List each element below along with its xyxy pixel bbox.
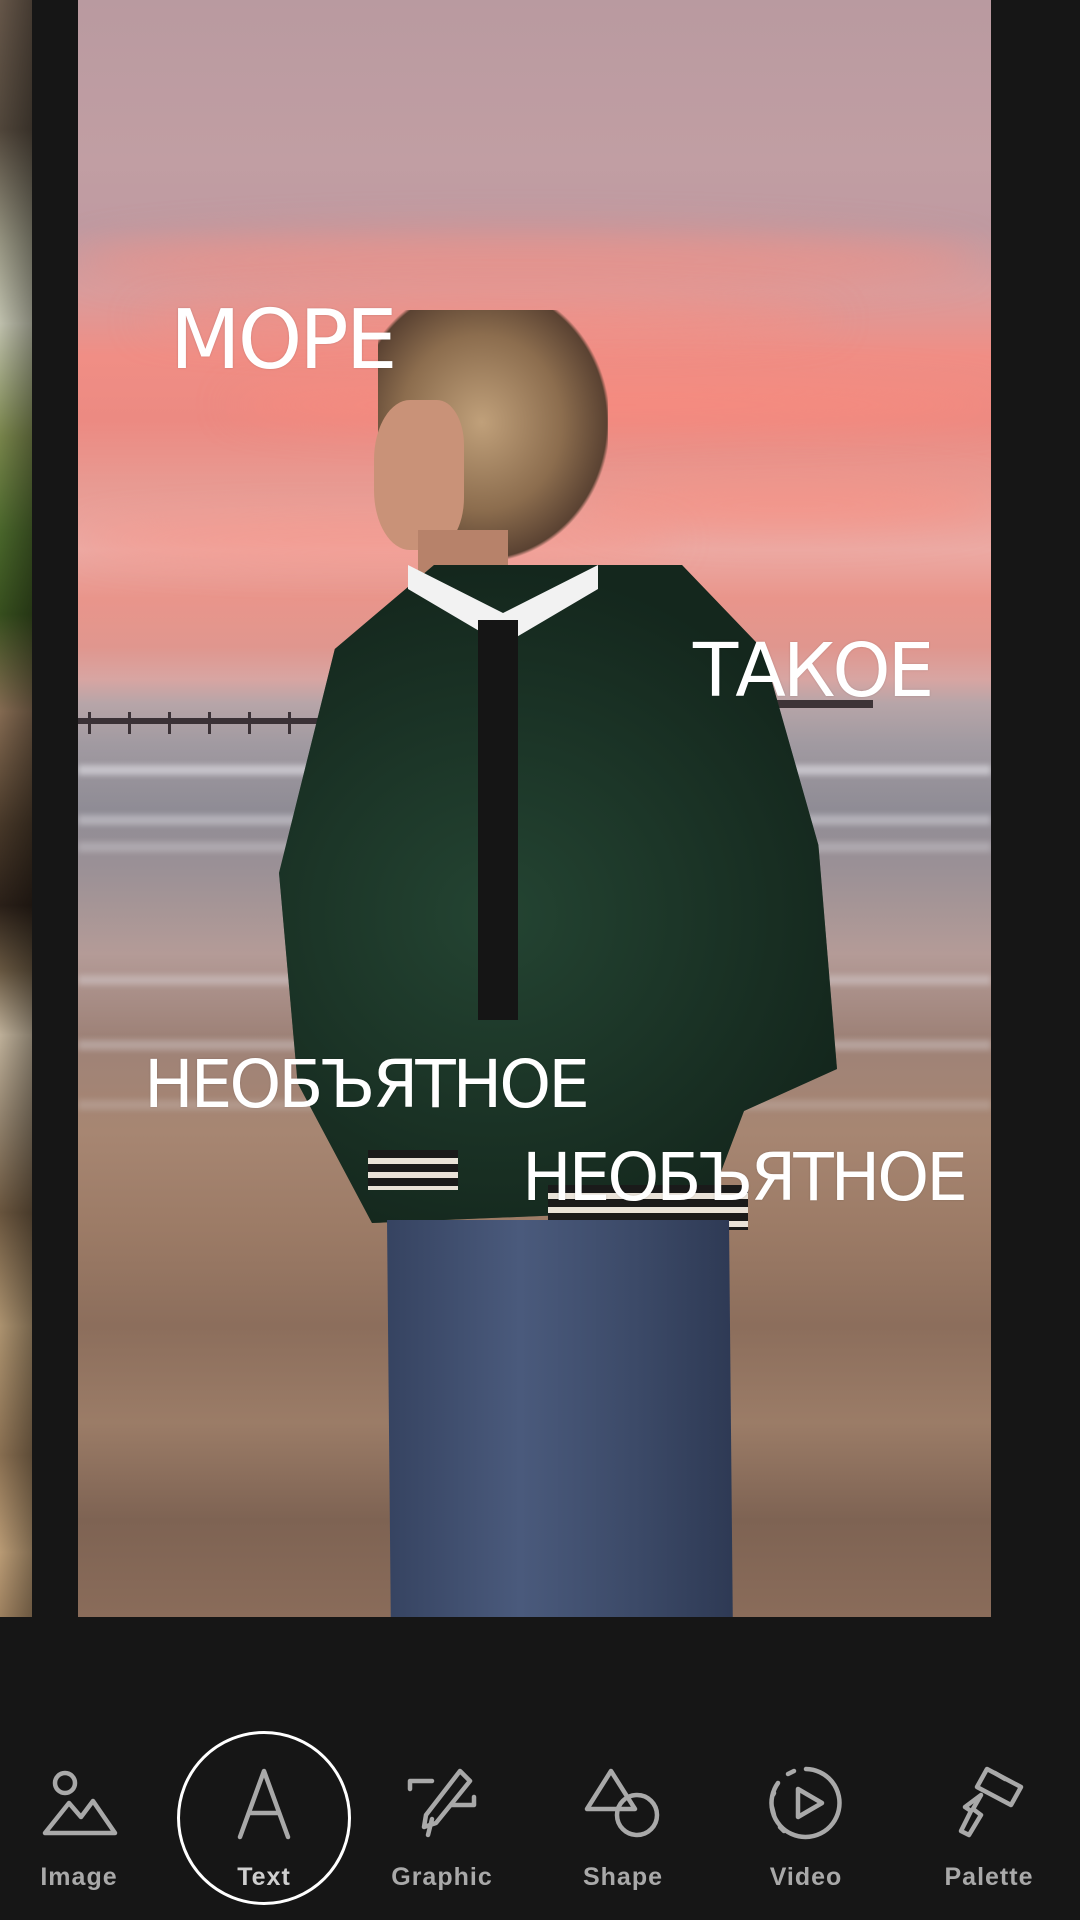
tool-graphic-label: Graphic <box>391 1863 493 1891</box>
palette-icon <box>947 1761 1031 1845</box>
tool-video-label: Video <box>769 1863 843 1891</box>
text-icon <box>222 1761 306 1845</box>
previous-page-preview[interactable] <box>0 0 32 1617</box>
story-text-takoe[interactable]: ТАКОЕ <box>693 634 934 708</box>
story-canvas[interactable]: МОРЕ ТАКОЕ НЕОБЪЯТНОЕ НЕОБЪЯТНОЕ <box>78 0 991 1617</box>
image-icon <box>37 1761 121 1845</box>
tool-text-button[interactable]: Text <box>179 1717 349 1907</box>
face <box>374 400 464 550</box>
story-text-neobyatnoe-2[interactable]: НЕОБЪЯТНОЕ <box>522 1145 968 1211</box>
story-text-neobyatnoe-1[interactable]: НЕОБЪЯТНОЕ <box>144 1052 590 1118</box>
tool-graphic-button[interactable]: Graphic <box>357 1717 527 1907</box>
tool-text-label: Text <box>237 1863 291 1891</box>
tool-shape-button[interactable]: Shape <box>538 1717 708 1907</box>
shirt <box>478 620 518 1020</box>
tool-image-label: Image <box>40 1863 118 1891</box>
story-editor: МОРЕ ТАКОЕ НЕОБЪЯТНОЕ НЕОБЪЯТНОЕ Image T… <box>0 0 1080 1920</box>
tool-palette-button[interactable]: Palette <box>904 1717 1074 1907</box>
jeans <box>387 1220 733 1617</box>
jacket-cuff <box>368 1150 458 1190</box>
tool-palette-label: Palette <box>944 1863 1034 1891</box>
bottom-toolbar: Image Text Graphic Shape Video Palette <box>0 1617 1080 1920</box>
shape-icon <box>581 1761 665 1845</box>
graphic-icon <box>400 1761 484 1845</box>
tool-video-button[interactable]: Video <box>721 1717 891 1907</box>
previous-page-shade <box>0 0 32 1617</box>
tool-image-button[interactable]: Image <box>0 1717 164 1907</box>
person-photo <box>78 0 991 1617</box>
tool-shape-label: Shape <box>582 1863 664 1891</box>
story-text-more[interactable]: МОРЕ <box>170 300 398 382</box>
video-icon <box>764 1761 848 1845</box>
